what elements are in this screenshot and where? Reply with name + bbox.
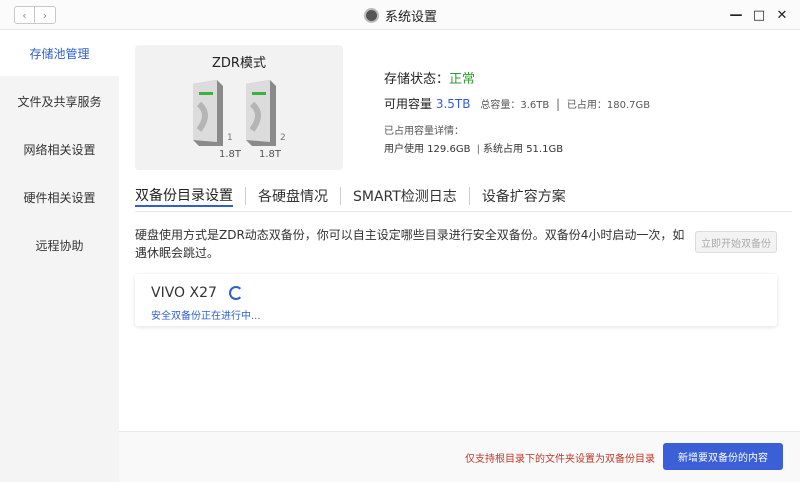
footer-note: 仅支持根目录下的文件夹设置为双备份目录 — [465, 454, 655, 465]
tab-underline-rule — [135, 211, 792, 212]
settings-app-icon — [364, 8, 379, 23]
hard-drive-1-icon — [193, 80, 223, 146]
sidebar-item-file-sharing[interactable]: 文件及共享服务 — [0, 78, 119, 124]
divider: | — [556, 97, 561, 111]
used-capacity-value: 180.7GB — [606, 100, 651, 111]
divider: | — [476, 144, 480, 155]
title-bar: ‹ › 系统设置 — □ ✕ — [0, 0, 800, 30]
usage-detail-label: 已占用容量详情： — [384, 126, 464, 137]
available-capacity-label: 可用容量 — [384, 97, 433, 111]
window-title: 系统设置 — [385, 10, 438, 25]
drive-2-slot: 2 — [280, 133, 286, 143]
hard-drive-2-icon — [246, 80, 276, 146]
tab-divider — [245, 187, 246, 205]
backup-device-card[interactable]: VIVO X27 安全双备份正在进行中... — [135, 274, 777, 326]
available-capacity-value: 3.5TB — [435, 97, 471, 111]
back-icon[interactable]: ‹ — [14, 6, 35, 24]
device-name: VIVO X27 — [151, 285, 217, 301]
tab-divider — [468, 187, 470, 205]
tab-divider — [340, 187, 341, 205]
usage-detail-row: 用户使用 129.6GB | 系统占用 51.1GB — [384, 140, 650, 155]
device-backup-status: 安全双备份正在进行中... — [151, 311, 261, 322]
sidebar-item-storage-pool[interactable]: 存储池管理 — [0, 30, 119, 76]
tab-backup-directory[interactable]: 双备份目录设置 — [135, 185, 233, 207]
add-backup-content-button[interactable]: 新增要双备份的内容 — [663, 443, 783, 470]
storage-state-label: 存储状态： — [384, 72, 450, 87]
system-used-label: 系统占用 — [483, 144, 523, 155]
tab-bar: 双备份目录设置 各硬盘情况 SMART检测日志 设备扩容方案 — [135, 185, 566, 207]
sidebar-item-network[interactable]: 网络相关设置 — [0, 126, 119, 172]
loading-spinner-icon — [229, 286, 243, 300]
main-panel: ZDR模式 1 1.8T 2 1.8T 存储状态：正常 可用容量 3.5TB 总… — [119, 30, 800, 482]
forward-icon[interactable]: › — [35, 6, 56, 24]
tab-disk-status[interactable]: 各硬盘情况 — [258, 186, 328, 206]
drive-1-size: 1.8T — [219, 149, 242, 160]
storage-status: 存储状态：正常 可用容量 3.5TB 总容量：3.6TB | 已占用：180.7… — [384, 68, 650, 155]
tab-expansion-plan[interactable]: 设备扩容方案 — [482, 186, 566, 206]
sidebar: 存储池管理 文件及共享服务 网络相关设置 硬件相关设置 远程协助 — [0, 30, 119, 482]
maximize-icon[interactable]: □ — [751, 7, 767, 23]
minimize-icon[interactable]: — — [728, 7, 744, 23]
user-used-value: 129.6GB — [427, 144, 471, 155]
user-used-label: 用户使用 — [384, 144, 424, 155]
start-backup-button[interactable]: 立即开始双备份 — [695, 231, 777, 253]
sidebar-item-remote-assist[interactable]: 远程协助 — [0, 222, 119, 268]
capacity-row: 可用容量 3.5TB 总容量：3.6TB | 已占用：180.7GB — [384, 95, 650, 112]
total-capacity-label: 总容量： — [480, 100, 521, 111]
drive-1-slot: 1 — [227, 133, 233, 143]
sidebar-item-hardware[interactable]: 硬件相关设置 — [0, 174, 119, 220]
zdr-mode-card: ZDR模式 1 1.8T 2 1.8T — [135, 45, 343, 170]
system-used-value: 51.1GB — [526, 144, 564, 155]
close-icon[interactable]: ✕ — [774, 7, 790, 23]
storage-state-row: 存储状态：正常 — [384, 68, 650, 87]
zdr-mode-title: ZDR模式 — [212, 56, 266, 71]
backup-description: 硬盘使用方式是ZDR动态双备份，你可以自主设定哪些目录进行安全双备份。双备份4小… — [135, 228, 685, 260]
tab-smart-log[interactable]: SMART检测日志 — [353, 186, 457, 206]
total-capacity-value: 3.6TB — [520, 100, 550, 111]
storage-state-value: 正常 — [449, 72, 476, 87]
footer-bar: 仅支持根目录下的文件夹设置为双备份目录 新增要双备份的内容 — [119, 431, 800, 482]
window-title-group: 系统设置 — [364, 6, 437, 25]
drive-2-size: 1.8T — [259, 149, 282, 160]
used-capacity-label: 已占用： — [566, 100, 607, 111]
nav-buttons: ‹ › — [14, 6, 56, 24]
